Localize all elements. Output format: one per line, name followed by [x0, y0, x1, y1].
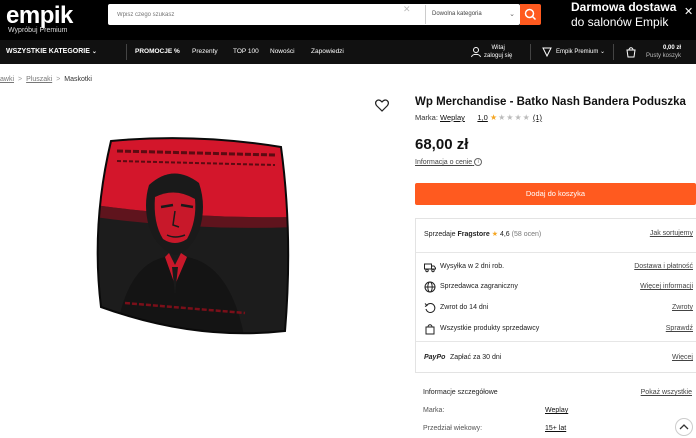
more-info-link[interactable]: Więcej informacji — [640, 283, 693, 290]
nav-link-top100[interactable]: TOP 100 — [233, 48, 259, 55]
promo-title: Darmowa dostawa — [571, 0, 677, 14]
how-sorted-link[interactable]: Jak sortujemy — [650, 230, 693, 237]
basket-status: Pusty koszyk — [646, 53, 682, 59]
star-icon: ★ — [491, 231, 499, 238]
breadcrumb-separator: > — [18, 76, 23, 83]
rating-value[interactable]: 1,0 — [477, 113, 487, 122]
seller-products-row: Wszystkie produkty sprzedawcy Sprawdź — [416, 319, 696, 339]
truck-icon — [424, 263, 436, 273]
search-bar: Dowolna kategoria ⌄ — [108, 4, 520, 25]
seller-name[interactable]: Fragstore — [457, 231, 489, 238]
search-icon — [524, 8, 537, 21]
premium-menu[interactable]: Empik Premium ⌄ — [556, 48, 605, 56]
delivery-payment-link[interactable]: Dostawa i płatność — [634, 263, 693, 270]
return-row: Zwrot do 14 dni Zwroty — [416, 298, 696, 318]
all-categories-label: WSZYSTKIE KATEGORIE — [6, 48, 90, 55]
nav-divider — [126, 44, 127, 60]
globe-icon — [424, 281, 436, 293]
price-info-link[interactable]: Informacja o cenie i — [415, 158, 483, 166]
brand-link[interactable]: Weplay — [440, 113, 465, 122]
paypo-icon: PayPo — [424, 354, 446, 361]
free-delivery-promo[interactable]: Darmowa dostawa do salonów Empik — [571, 0, 676, 30]
login-greeting: Witaj — [491, 45, 505, 51]
breadcrumb-separator: > — [56, 76, 61, 83]
premium-icon[interactable] — [542, 46, 552, 58]
check-link[interactable]: Sprawdź — [666, 325, 693, 332]
price-info-label: Informacja o cenie — [415, 158, 473, 166]
review-count[interactable]: (1) — [533, 113, 542, 122]
product-image[interactable] — [95, 135, 295, 340]
all-categories-menu[interactable]: WSZYSTKIE KATEGORIE ⌄ — [6, 48, 97, 55]
seller-label: Sprzedaje — [424, 231, 456, 238]
category-select[interactable]: Dowolna kategoria ⌄ — [425, 5, 520, 24]
seller-row: Sprzedaje Fragstore ★ 4,6 (58 ocen) Jak … — [416, 224, 696, 244]
basket-link[interactable]: 0,00 zł Pusty koszyk — [646, 44, 681, 60]
close-promo-icon[interactable]: ✕ — [684, 5, 693, 18]
promo-subtitle: do salonów Empik — [571, 15, 669, 29]
premium-label: Empik Premium — [556, 49, 599, 55]
login-link[interactable]: Witaj zaloguj się — [484, 44, 512, 60]
premium-tagline[interactable]: Wypróbuj Premium — [8, 27, 67, 34]
main-nav: WSZYSTKIE KATEGORIE ⌄ PROMOCJE % Prezenty… — [0, 40, 696, 64]
basket-icon[interactable] — [625, 46, 637, 58]
seller-ratings: (58 ocen) — [511, 231, 542, 238]
nav-link-zapowiedzi[interactable]: Zapowiedzi — [311, 48, 344, 55]
detail-value-brand[interactable]: Weplay — [545, 407, 568, 414]
scroll-to-top-button[interactable] — [675, 418, 693, 436]
details-title: Informacje szczegółowe — [423, 389, 498, 396]
returns-link[interactable]: Zwroty — [672, 304, 693, 311]
breadcrumb-item[interactable]: awki — [0, 76, 14, 83]
show-all-details-link[interactable]: Pokaż wszystkie — [641, 389, 692, 396]
nav-divider — [613, 44, 614, 60]
detail-label-age: Przedział wiekowy: — [423, 425, 483, 432]
breadcrumb-item[interactable]: Pluszaki — [26, 76, 52, 83]
category-select-value: Dowolna kategoria — [432, 11, 482, 17]
search-button[interactable] — [520, 4, 541, 25]
foreign-seller-text: Sprzedawca zagraniczny — [440, 283, 518, 290]
seller-products-text: Wszystkie produkty sprzedawcy — [440, 325, 540, 332]
brand-rating-row: Marka: Weplay 1,0 ★★★★★ (1) — [415, 113, 542, 122]
seller-score: 4,6 — [499, 231, 510, 238]
seller-info: Sprzedaje Fragstore ★ 4,6 (58 ocen) — [424, 230, 541, 238]
bag-icon — [425, 324, 435, 335]
top-header: empik Wypróbuj Premium Dowolna kategoria… — [0, 0, 696, 40]
divider — [416, 252, 696, 253]
seller-panel: Sprzedaje Fragstore ★ 4,6 (58 ocen) Jak … — [415, 218, 696, 373]
rating-stars: ★★★★★ — [489, 113, 531, 122]
clear-search-icon[interactable]: ✕ — [403, 4, 411, 15]
delivery-text: Wysyłka w 2 dni rob. — [440, 263, 505, 270]
paypo-more-link[interactable]: Więcej — [672, 354, 693, 361]
delivery-row: Wysyłka w 2 dni rob. Dostawa i płatność — [416, 257, 696, 277]
chevron-down-icon: ⌄ — [600, 49, 606, 55]
return-icon — [424, 302, 436, 313]
breadcrumb-current: Maskotki — [64, 76, 92, 83]
search-input[interactable] — [108, 4, 423, 25]
chevron-down-icon: ⌄ — [91, 49, 97, 55]
product-title: Wp Merchandise - Batko Nash Bandera Podu… — [415, 96, 686, 108]
chevron-down-icon: ⌄ — [509, 11, 515, 18]
info-icon: i — [474, 158, 483, 166]
nav-link-prezenty[interactable]: Prezenty — [192, 48, 218, 55]
return-text: Zwrot do 14 dni — [440, 304, 489, 311]
empik-logo[interactable]: empik — [6, 2, 73, 30]
basket-price: 0,00 zł — [663, 45, 682, 51]
nav-link-nowosci[interactable]: Nowości — [270, 48, 295, 55]
breadcrumb: awki > Pluszaki > Maskotki — [0, 76, 92, 83]
divider — [416, 341, 696, 342]
brand-label: Marka: — [415, 113, 438, 122]
nav-divider — [530, 44, 531, 60]
nav-link-promocje[interactable]: PROMOCJE % — [135, 48, 180, 55]
foreign-seller-row: Sprzedawca zagraniczny Więcej informacji — [416, 277, 696, 297]
detail-value-age[interactable]: 15+ lat — [545, 425, 566, 432]
login-label: zaloguj się — [484, 53, 513, 59]
heart-icon[interactable] — [375, 99, 389, 112]
paypo-row: PayPo Zapłać za 30 dni Więcej — [416, 348, 696, 368]
add-to-cart-button[interactable]: Dodaj do koszyka — [415, 183, 696, 205]
detail-label-brand: Marka: — [423, 407, 445, 414]
user-icon[interactable] — [470, 46, 482, 58]
product-price: 68,00 zł — [415, 136, 469, 153]
paypo-text: Zapłać za 30 dni — [450, 354, 502, 361]
